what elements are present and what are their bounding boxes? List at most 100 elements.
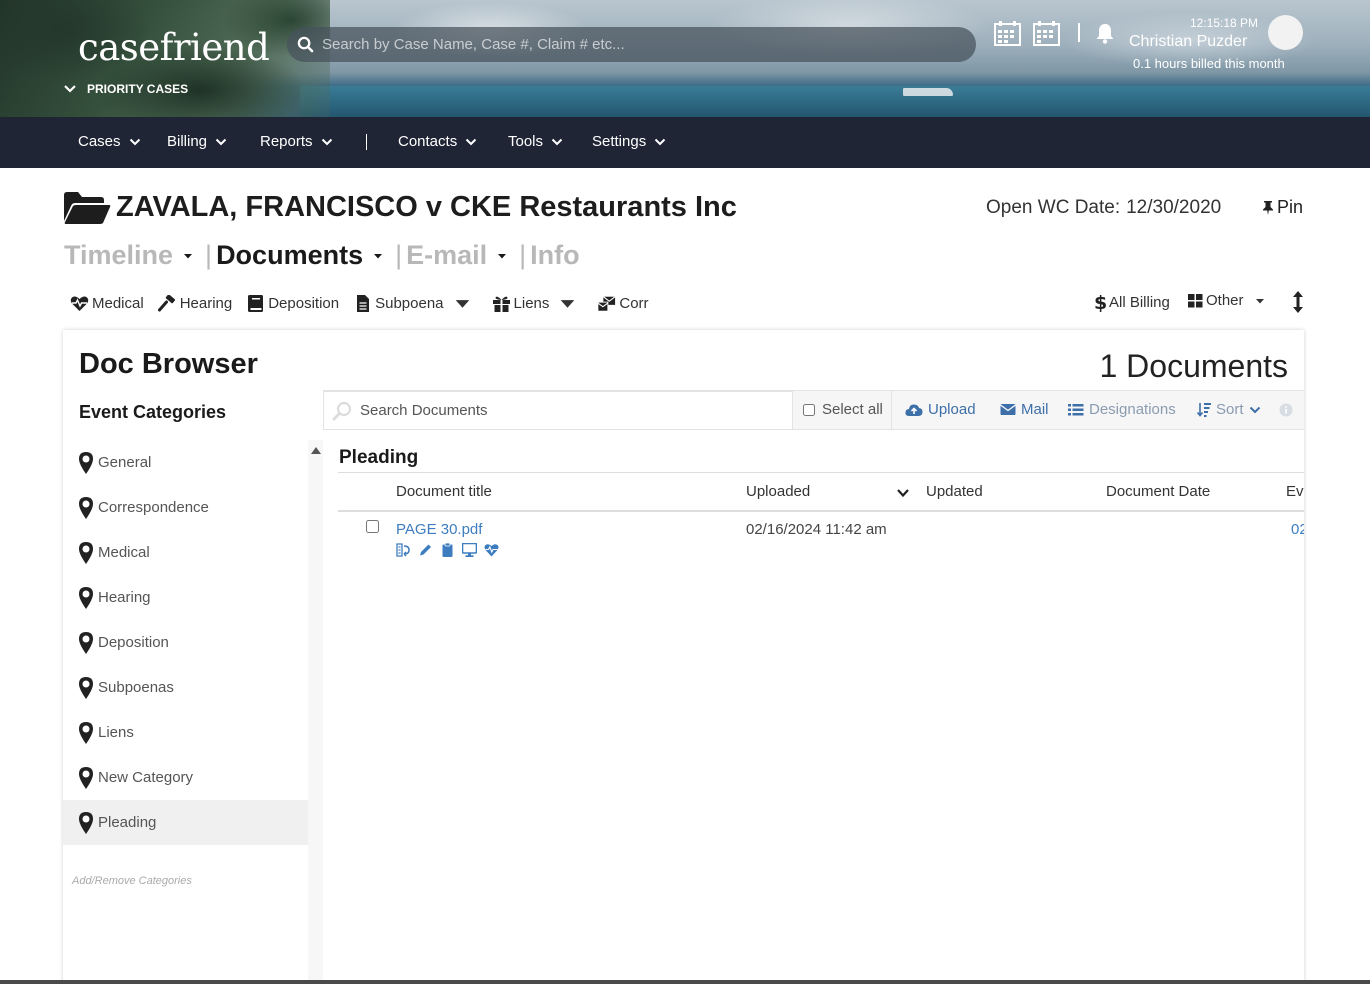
bell-icon[interactable] [1094, 22, 1116, 44]
deposition-button[interactable]: Deposition [246, 294, 339, 312]
tab-timeline[interactable]: Timeline [64, 240, 201, 271]
tab-documents[interactable]: Documents [216, 240, 391, 271]
subpoena-button[interactable]: Subpoena [353, 294, 471, 312]
category-scrollbar[interactable] [308, 440, 323, 984]
column-updated[interactable]: Updated [926, 483, 983, 500]
hours-billed: 0.1 hours billed this month [1133, 56, 1285, 71]
casefriend-logo[interactable]: casefriend [78, 26, 270, 69]
category-label: Hearing [98, 589, 151, 606]
document-search-input[interactable] [360, 402, 780, 419]
nav-reports[interactable]: Reports [260, 133, 333, 150]
category-correspondence[interactable]: Correspondence [63, 485, 308, 530]
designations-button[interactable]: Designations [1068, 401, 1176, 418]
global-search[interactable] [287, 27, 976, 62]
book-icon [248, 294, 264, 312]
uploaded-value: 02/16/2024 11:42 am [746, 521, 887, 538]
open-wc-date-label: Open WC Date: [986, 197, 1121, 218]
category-label: General [98, 454, 152, 471]
select-all-checkbox[interactable]: Select all [803, 401, 883, 418]
column-document-title[interactable]: Document title [396, 483, 492, 500]
all-billing-button[interactable]: $ All Billing [1094, 292, 1170, 312]
upload-button[interactable]: Upload [905, 401, 976, 418]
chevron-down-icon[interactable] [896, 487, 910, 499]
nav-settings[interactable]: Settings [592, 133, 666, 150]
caret-down-icon [498, 253, 507, 258]
documents-table-header: Document title Uploaded Updated Document… [338, 472, 1304, 512]
expand-vertical-icon[interactable] [1292, 290, 1304, 314]
sort-amount-icon [1197, 403, 1211, 417]
heartbeat-icon [70, 296, 89, 311]
category-hearing[interactable]: Hearing [63, 575, 308, 620]
section-title: Pleading [339, 447, 419, 468]
medical-button[interactable]: Medical [70, 295, 144, 312]
priority-cases-toggle[interactable]: PRIORITY CASES [63, 82, 188, 96]
category-label: Pleading [98, 814, 157, 831]
calendar-grid-icon[interactable] [994, 21, 1021, 46]
info-circle-icon [1279, 403, 1293, 417]
document-title-link[interactable]: PAGE 30.pdf [396, 521, 482, 538]
pencil-icon[interactable] [418, 543, 433, 557]
subpoena-label: Subpoena [375, 294, 444, 312]
category-label: Subpoenas [98, 679, 174, 696]
envelope-icon [1000, 404, 1016, 415]
category-deposition[interactable]: Deposition [63, 620, 308, 665]
avatar[interactable] [1268, 15, 1303, 50]
category-subpoenas[interactable]: Subpoenas [63, 665, 308, 710]
add-remove-categories-link[interactable]: Add/Remove Categories [72, 875, 192, 887]
nav-label: Settings [592, 133, 647, 150]
calendar-grid-icon[interactable] [1033, 21, 1060, 46]
column-event[interactable]: Eve [1286, 483, 1304, 500]
category-label: Correspondence [98, 499, 209, 516]
nav-billing[interactable]: Billing [167, 133, 227, 150]
doc-browser-card: Doc Browser Event Categories General Cor… [63, 330, 1304, 984]
pin-button[interactable]: Pin [1262, 197, 1303, 218]
corr-button[interactable]: Corr [597, 295, 649, 312]
other-button[interactable]: Other [1188, 292, 1265, 309]
liens-button[interactable]: Liens [492, 295, 578, 312]
hearing-button[interactable]: Hearing [157, 294, 232, 312]
heartbeat-icon[interactable] [484, 543, 499, 557]
desktop-icon[interactable] [462, 543, 477, 557]
header-sea [300, 86, 1370, 117]
document-search[interactable] [323, 391, 793, 430]
chevron-down-icon [551, 138, 563, 145]
list-icon [1068, 404, 1084, 416]
open-wc-date: Open WC Date: 12/30/2020 [986, 197, 1221, 219]
tab-info[interactable]: Info [530, 240, 579, 271]
category-liens[interactable]: Liens [63, 710, 308, 755]
mail-label: Mail [1021, 401, 1049, 418]
gavel-icon [157, 294, 175, 311]
nav-contacts[interactable]: Contacts [398, 133, 477, 150]
category-new-category[interactable]: New Category [63, 755, 308, 800]
user-name[interactable]: Christian Puzder [1129, 33, 1247, 51]
info-button[interactable] [1279, 403, 1293, 417]
category-pleading[interactable]: Pleading [63, 800, 308, 845]
row-checkbox[interactable] [366, 520, 379, 533]
column-document-date[interactable]: Document Date [1106, 483, 1210, 500]
select-all-input[interactable] [803, 403, 815, 416]
medical-label: Medical [92, 294, 144, 312]
category-general[interactable]: General [63, 440, 308, 485]
category-medical[interactable]: Medical [63, 530, 308, 575]
search-icon [332, 401, 352, 420]
select-all-label: Select all [822, 401, 883, 418]
sort-button[interactable]: Sort [1197, 401, 1261, 418]
chevron-down-icon [321, 138, 332, 145]
nav-tools[interactable]: Tools [508, 133, 563, 150]
column-uploaded[interactable]: Uploaded [746, 483, 810, 500]
global-search-input[interactable] [322, 36, 942, 53]
window-bottom-edge [0, 980, 1370, 984]
document-count: 1 Documents [1099, 348, 1288, 384]
map-marker-icon [79, 721, 93, 744]
tab-separator: | [519, 240, 527, 270]
scan-icon[interactable] [396, 543, 411, 557]
clipboard-icon[interactable] [440, 543, 455, 557]
header-separator [1078, 23, 1080, 42]
tab-label: Timeline [64, 240, 174, 270]
nav-cases[interactable]: Cases [78, 133, 141, 150]
chevron-down-icon [215, 138, 227, 145]
tab-email[interactable]: E-mail [406, 240, 515, 271]
scroll-up-arrow-icon[interactable] [311, 447, 321, 454]
event-value-link[interactable]: 02 [1291, 521, 1304, 538]
mail-button[interactable]: Mail [1000, 401, 1049, 418]
